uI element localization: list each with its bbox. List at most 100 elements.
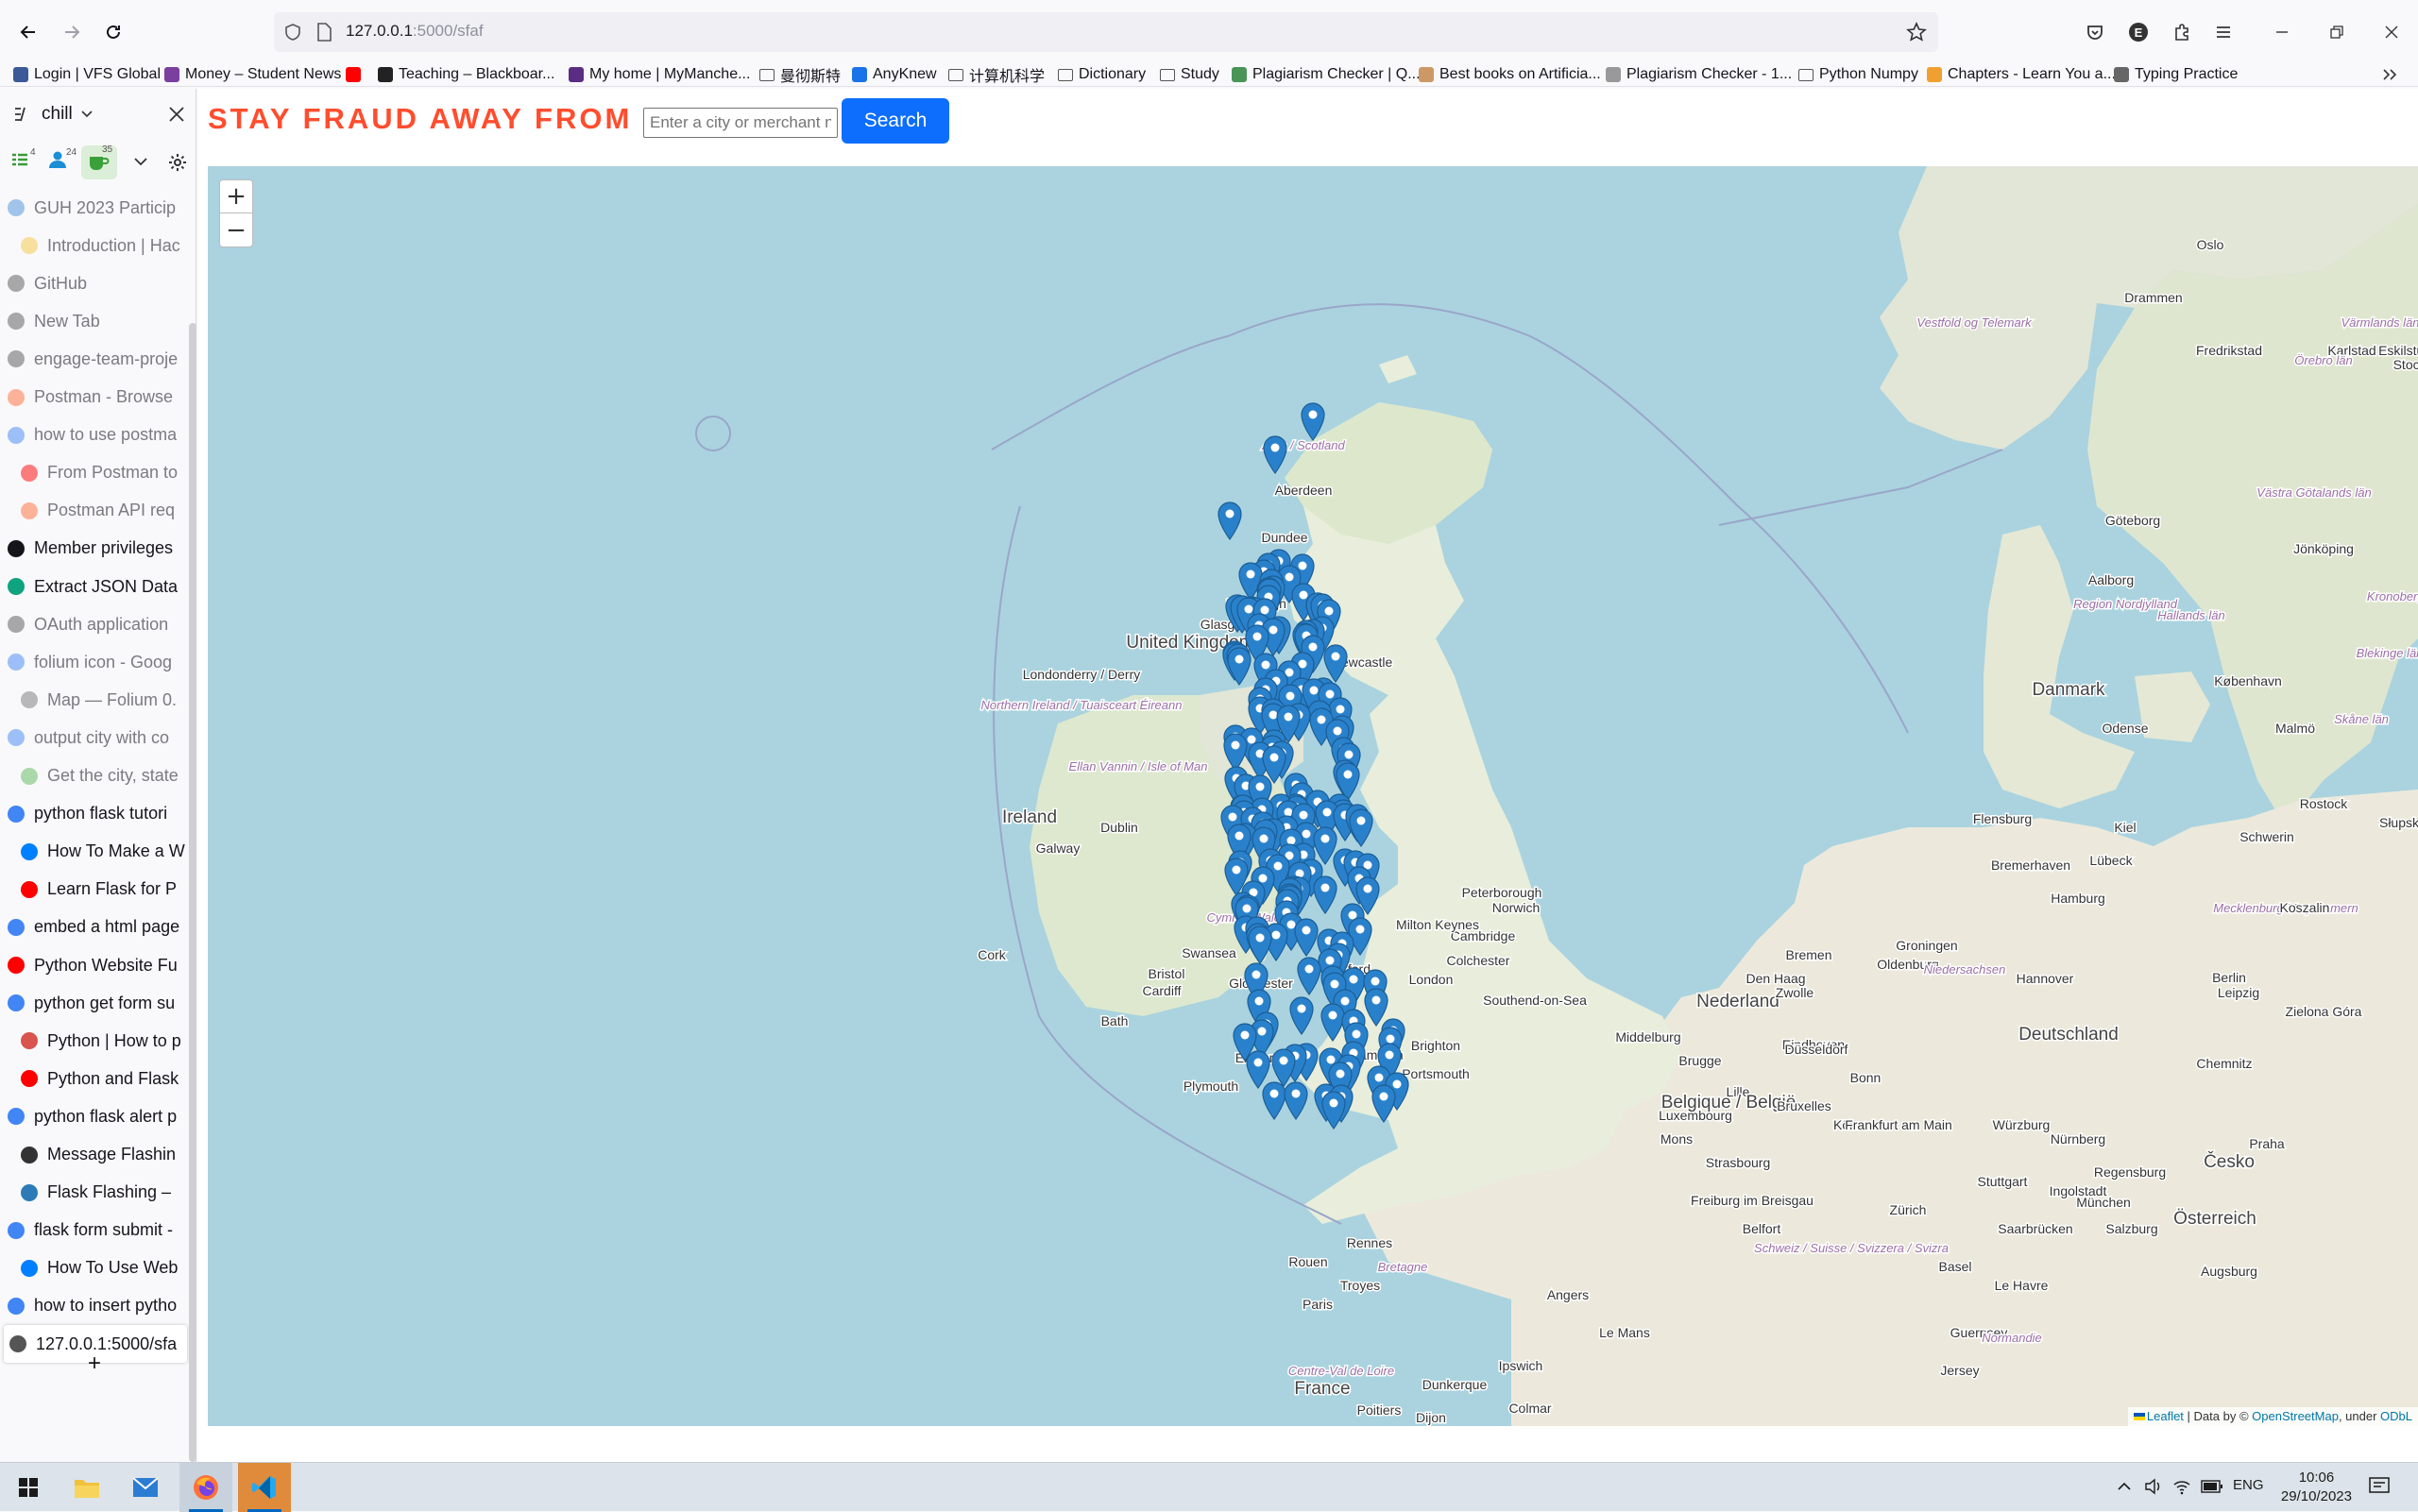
- new-tab-button[interactable]: +: [83, 1352, 106, 1375]
- sidebar-tab[interactable]: How To Make a W: [21, 833, 200, 871]
- sidebar-tab[interactable]: python flask alert p: [8, 1097, 187, 1135]
- bookmark-item[interactable]: My home | MyManche...: [569, 64, 750, 85]
- chevron-down-icon[interactable]: [134, 157, 147, 166]
- address-bar[interactable]: 127.0.0.1:5000/sfaf: [274, 12, 1938, 52]
- sidebar-tab[interactable]: From Postman to: [21, 454, 200, 492]
- sidebar-tab[interactable]: python get form su: [8, 984, 187, 1022]
- bookmark-item[interactable]: Python Numpy: [1798, 64, 1918, 85]
- reload-button[interactable]: [96, 15, 130, 49]
- minimize-button[interactable]: [2265, 15, 2299, 49]
- clock[interactable]: 10:06 29/10/2023: [2281, 1469, 2352, 1506]
- sidebar-tab[interactable]: GitHub: [8, 264, 187, 302]
- taskbar-vscode[interactable]: [238, 1463, 291, 1512]
- bookmark-item[interactable]: Typing Practice: [2114, 64, 2238, 85]
- osm-link[interactable]: OpenStreetMap: [2252, 1409, 2339, 1423]
- restore-button[interactable]: [2320, 15, 2354, 49]
- bookmark-star-icon[interactable]: [1906, 22, 1927, 42]
- back-button[interactable]: [11, 15, 45, 49]
- tab-list-button[interactable]: 4: [9, 147, 38, 178]
- location-marker-icon[interactable]: [1294, 918, 1319, 958]
- leaflet-map[interactable]: Oslo Drammen Vestfold og Telemark Fredrikst…: [208, 166, 2418, 1426]
- volume-icon[interactable]: [2144, 1478, 2163, 1495]
- zoom-out-button[interactable]: −: [219, 213, 253, 247]
- sidebar-title[interactable]: chill: [42, 104, 73, 125]
- leaflet-link[interactable]: Leaflet: [2147, 1409, 2184, 1423]
- taskbar-firefox[interactable]: [179, 1463, 232, 1512]
- sidebar-tab[interactable]: how to insert pytho: [8, 1287, 187, 1325]
- account-button[interactable]: E: [2121, 15, 2155, 49]
- location-marker-icon[interactable]: [1218, 501, 1242, 541]
- sidebar-tab[interactable]: folium icon - Goog: [8, 643, 187, 681]
- zoom-in-button[interactable]: +: [219, 179, 253, 213]
- bookmark-item[interactable]: Plagiarism Checker - 1...: [1606, 64, 1792, 85]
- search-button[interactable]: Search: [842, 98, 949, 144]
- sidebar-tab[interactable]: how to use postma: [8, 416, 187, 454]
- wifi-icon[interactable]: [2172, 1478, 2191, 1495]
- sidebar-tab[interactable]: Postman - Browse: [8, 379, 187, 416]
- location-marker-icon[interactable]: [1263, 435, 1287, 475]
- sidebar-tab[interactable]: GUH 2023 Particip: [8, 189, 187, 227]
- sidebar-tab[interactable]: Get the city, state: [21, 757, 200, 795]
- location-marker-icon[interactable]: [1289, 996, 1314, 1036]
- bookmark-item[interactable]: Dictionary: [1058, 64, 1146, 85]
- map-tiles[interactable]: Oslo Drammen Vestfold og Telemark Fredrikst…: [208, 166, 2418, 1426]
- sidebar-scrollbar[interactable]: [189, 323, 196, 1462]
- users-button[interactable]: 24: [47, 147, 77, 178]
- sidebar-tab[interactable]: Python Website Fu: [8, 946, 187, 984]
- chill-group-button[interactable]: 35: [81, 144, 117, 179]
- sidebar-tab[interactable]: Extract JSON Data: [8, 568, 187, 605]
- sidebar-tab[interactable]: Map — Folium 0.: [21, 681, 200, 719]
- bookmark-item[interactable]: Teaching – Blackboar...: [378, 64, 554, 85]
- sidebar-tab[interactable]: New Tab: [8, 302, 187, 340]
- location-marker-icon[interactable]: [1297, 957, 1321, 996]
- bookmark-item[interactable]: Chapters - Learn You a...: [1927, 64, 2116, 85]
- sidebar-tab[interactable]: Flask Flashing –: [21, 1174, 200, 1212]
- sidebar-tab[interactable]: OAuth application: [8, 605, 187, 643]
- sidebar-tab[interactable]: Python | How to p: [21, 1022, 200, 1060]
- sidebar-tab[interactable]: python flask tutori: [8, 795, 187, 833]
- sidebar-tab[interactable]: Introduction | Hac: [21, 227, 200, 264]
- notification-icon[interactable]: [2369, 1477, 2390, 1496]
- close-window-button[interactable]: [2375, 15, 2409, 49]
- location-marker-icon[interactable]: [1301, 402, 1325, 442]
- bookmark-item[interactable]: Best books on Artificia...: [1419, 64, 1601, 85]
- odbl-link[interactable]: ODbL: [2380, 1409, 2412, 1423]
- bookmark-item[interactable]: Plagiarism Checker | Q...: [1232, 64, 1421, 85]
- sidebar-tab[interactable]: Member privileges: [8, 530, 187, 568]
- bookmark-item[interactable]: 计算机科学: [948, 64, 1045, 85]
- menu-button[interactable]: [2206, 15, 2240, 49]
- bookmark-item[interactable]: [346, 64, 366, 85]
- location-marker-icon[interactable]: [1349, 808, 1373, 848]
- location-marker-icon[interactable]: [1313, 875, 1337, 915]
- bookmark-item[interactable]: Study: [1160, 64, 1219, 85]
- language-indicator[interactable]: ENG: [2233, 1477, 2264, 1493]
- sidebar-tab[interactable]: flask form submit -: [8, 1212, 187, 1249]
- sidebar-tab[interactable]: How To Use Web: [21, 1249, 200, 1287]
- bookmark-item[interactable]: 曼彻斯特: [759, 64, 841, 85]
- sidebar-switcher-icon[interactable]: [13, 106, 32, 123]
- forward-button[interactable]: [55, 15, 89, 49]
- location-marker-icon[interactable]: [1262, 1081, 1286, 1121]
- sidebar-tab[interactable]: Python and Flask: [21, 1060, 200, 1097]
- sidebar-tab[interactable]: Message Flashin: [21, 1136, 200, 1174]
- taskbar-file-explorer[interactable]: [60, 1463, 113, 1512]
- location-marker-icon[interactable]: [1323, 644, 1348, 684]
- search-input[interactable]: [643, 108, 838, 138]
- taskbar-mail[interactable]: [119, 1463, 172, 1512]
- sidebar-tab[interactable]: engage-team-proje: [8, 340, 187, 378]
- bookmark-item[interactable]: Login | VFS Global: [13, 64, 161, 85]
- battery-icon[interactable]: [2201, 1479, 2223, 1494]
- location-marker-icon[interactable]: [1246, 1050, 1270, 1090]
- bookmark-item[interactable]: Money – Student News: [164, 64, 341, 85]
- location-marker-icon[interactable]: [1271, 1048, 1296, 1088]
- chevron-down-icon[interactable]: [81, 110, 93, 119]
- location-marker-icon[interactable]: [1227, 647, 1252, 687]
- sidebar-tab[interactable]: embed a html page: [8, 909, 187, 946]
- sidebar-tab[interactable]: Postman API req: [21, 492, 200, 530]
- pocket-button[interactable]: [2078, 15, 2112, 49]
- close-sidebar-icon[interactable]: [168, 106, 185, 123]
- start-button[interactable]: [2, 1463, 55, 1512]
- sidebar-tab[interactable]: Learn Flask for P: [21, 871, 200, 909]
- bookmarks-overflow-icon[interactable]: [2382, 64, 2397, 85]
- extensions-button[interactable]: [2165, 15, 2199, 49]
